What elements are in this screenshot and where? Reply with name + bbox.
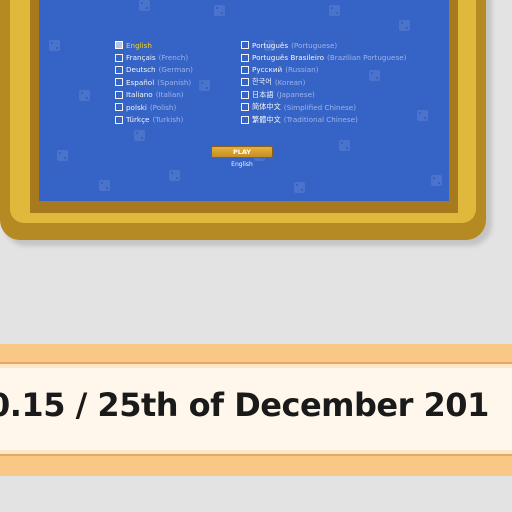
checkbox[interactable] bbox=[241, 65, 249, 74]
language-option-traditional-chinese[interactable]: 繁體中文 (Traditional Chinese) bbox=[241, 113, 406, 125]
checkbox[interactable] bbox=[115, 78, 123, 87]
dice-pattern-icon bbox=[417, 110, 428, 121]
dice-pattern-icon bbox=[431, 175, 442, 186]
checkbox[interactable] bbox=[241, 53, 249, 62]
checkbox[interactable] bbox=[115, 41, 123, 50]
language-english-name: (Turkish) bbox=[152, 115, 184, 125]
checkbox[interactable] bbox=[115, 90, 123, 99]
language-option-turkish[interactable]: Türkçe (Turkish) bbox=[115, 113, 193, 125]
language-english-name: (Russian) bbox=[285, 65, 319, 75]
dice-pattern-icon bbox=[99, 180, 110, 191]
dice-pattern-icon bbox=[134, 130, 145, 141]
language-native-name: English bbox=[126, 40, 152, 50]
dice-pattern-icon bbox=[214, 5, 225, 16]
language-option-spanish[interactable]: Español (Spanish) bbox=[115, 76, 193, 88]
dice-pattern-icon bbox=[329, 5, 340, 16]
language-list-right: Português (Portuguese) Português Brasile… bbox=[241, 39, 406, 126]
checkbox[interactable] bbox=[241, 41, 249, 50]
dice-pattern-icon bbox=[169, 170, 180, 181]
dice-pattern-icon bbox=[199, 80, 210, 91]
language-option-english[interactable]: English bbox=[115, 39, 193, 51]
language-native-name: 한국어 bbox=[252, 77, 272, 87]
language-native-name: polski bbox=[126, 102, 147, 112]
language-option-japanese[interactable]: 日本語 (Japanese) bbox=[241, 89, 406, 101]
language-english-name: (Traditional Chinese) bbox=[283, 115, 358, 125]
language-option-russian[interactable]: Русский (Russian) bbox=[241, 64, 406, 76]
language-english-name: (Korean) bbox=[274, 77, 306, 87]
language-native-name: Français bbox=[126, 53, 156, 63]
version-text: 0.15 / 25th of December 201 bbox=[0, 386, 489, 424]
language-english-name: (Simplified Chinese) bbox=[283, 102, 357, 112]
language-native-name: Português bbox=[252, 40, 289, 50]
language-english-name: (Brazilian Portuguese) bbox=[327, 53, 407, 63]
current-language-label: English bbox=[231, 161, 253, 168]
language-native-name: 日本語 bbox=[252, 89, 274, 99]
checkbox[interactable] bbox=[241, 78, 249, 87]
language-native-name: Português Brasileiro bbox=[252, 53, 325, 63]
language-native-name: Deutsch bbox=[126, 65, 156, 75]
language-native-name: 简体中文 bbox=[252, 102, 281, 112]
dice-pattern-icon bbox=[294, 182, 305, 193]
dice-pattern-icon bbox=[79, 90, 90, 101]
language-english-name: (Spanish) bbox=[157, 77, 192, 87]
language-option-german[interactable]: Deutsch (German) bbox=[115, 64, 193, 76]
language-native-name: Español bbox=[126, 77, 155, 87]
language-option-korean[interactable]: 한국어 (Korean) bbox=[241, 76, 406, 88]
dice-pattern-icon bbox=[339, 140, 350, 151]
language-native-name: Türkçe bbox=[126, 115, 150, 125]
language-english-name: (French) bbox=[158, 53, 189, 63]
checkbox[interactable] bbox=[115, 53, 123, 62]
language-english-name: (Polish) bbox=[149, 102, 177, 112]
dice-pattern-icon bbox=[57, 150, 68, 161]
language-option-french[interactable]: Français (French) bbox=[115, 51, 193, 63]
language-english-name: (Portuguese) bbox=[291, 40, 338, 50]
checkbox[interactable] bbox=[241, 115, 249, 124]
play-button[interactable]: PLAY bbox=[211, 146, 273, 158]
checkbox[interactable] bbox=[115, 103, 123, 112]
language-english-name: (Italian) bbox=[155, 90, 184, 100]
language-option-portuguese[interactable]: Português (Portuguese) bbox=[241, 39, 406, 51]
dice-pattern-icon bbox=[139, 0, 150, 11]
language-native-name: 繁體中文 bbox=[252, 114, 281, 124]
language-native-name: Русский bbox=[252, 65, 283, 75]
checkbox[interactable] bbox=[115, 115, 123, 124]
checkbox[interactable] bbox=[241, 90, 249, 99]
language-english-name: (Japanese) bbox=[276, 90, 315, 100]
language-native-name: Italiano bbox=[126, 90, 153, 100]
language-option-brazilian-portuguese[interactable]: Português Brasileiro (Brazilian Portugue… bbox=[241, 51, 406, 63]
language-english-name: (German) bbox=[158, 65, 193, 75]
dice-pattern-icon bbox=[399, 20, 410, 31]
language-list-left: English Français (French) Deutsch (Germa… bbox=[115, 39, 193, 126]
checkbox[interactable] bbox=[241, 103, 249, 112]
checkbox[interactable] bbox=[115, 65, 123, 74]
language-option-simplified-chinese[interactable]: 简体中文 (Simplified Chinese) bbox=[241, 101, 406, 113]
language-option-polish[interactable]: polski (Polish) bbox=[115, 101, 193, 113]
language-option-italian[interactable]: Italiano (Italian) bbox=[115, 89, 193, 101]
dice-pattern-icon bbox=[49, 40, 60, 51]
